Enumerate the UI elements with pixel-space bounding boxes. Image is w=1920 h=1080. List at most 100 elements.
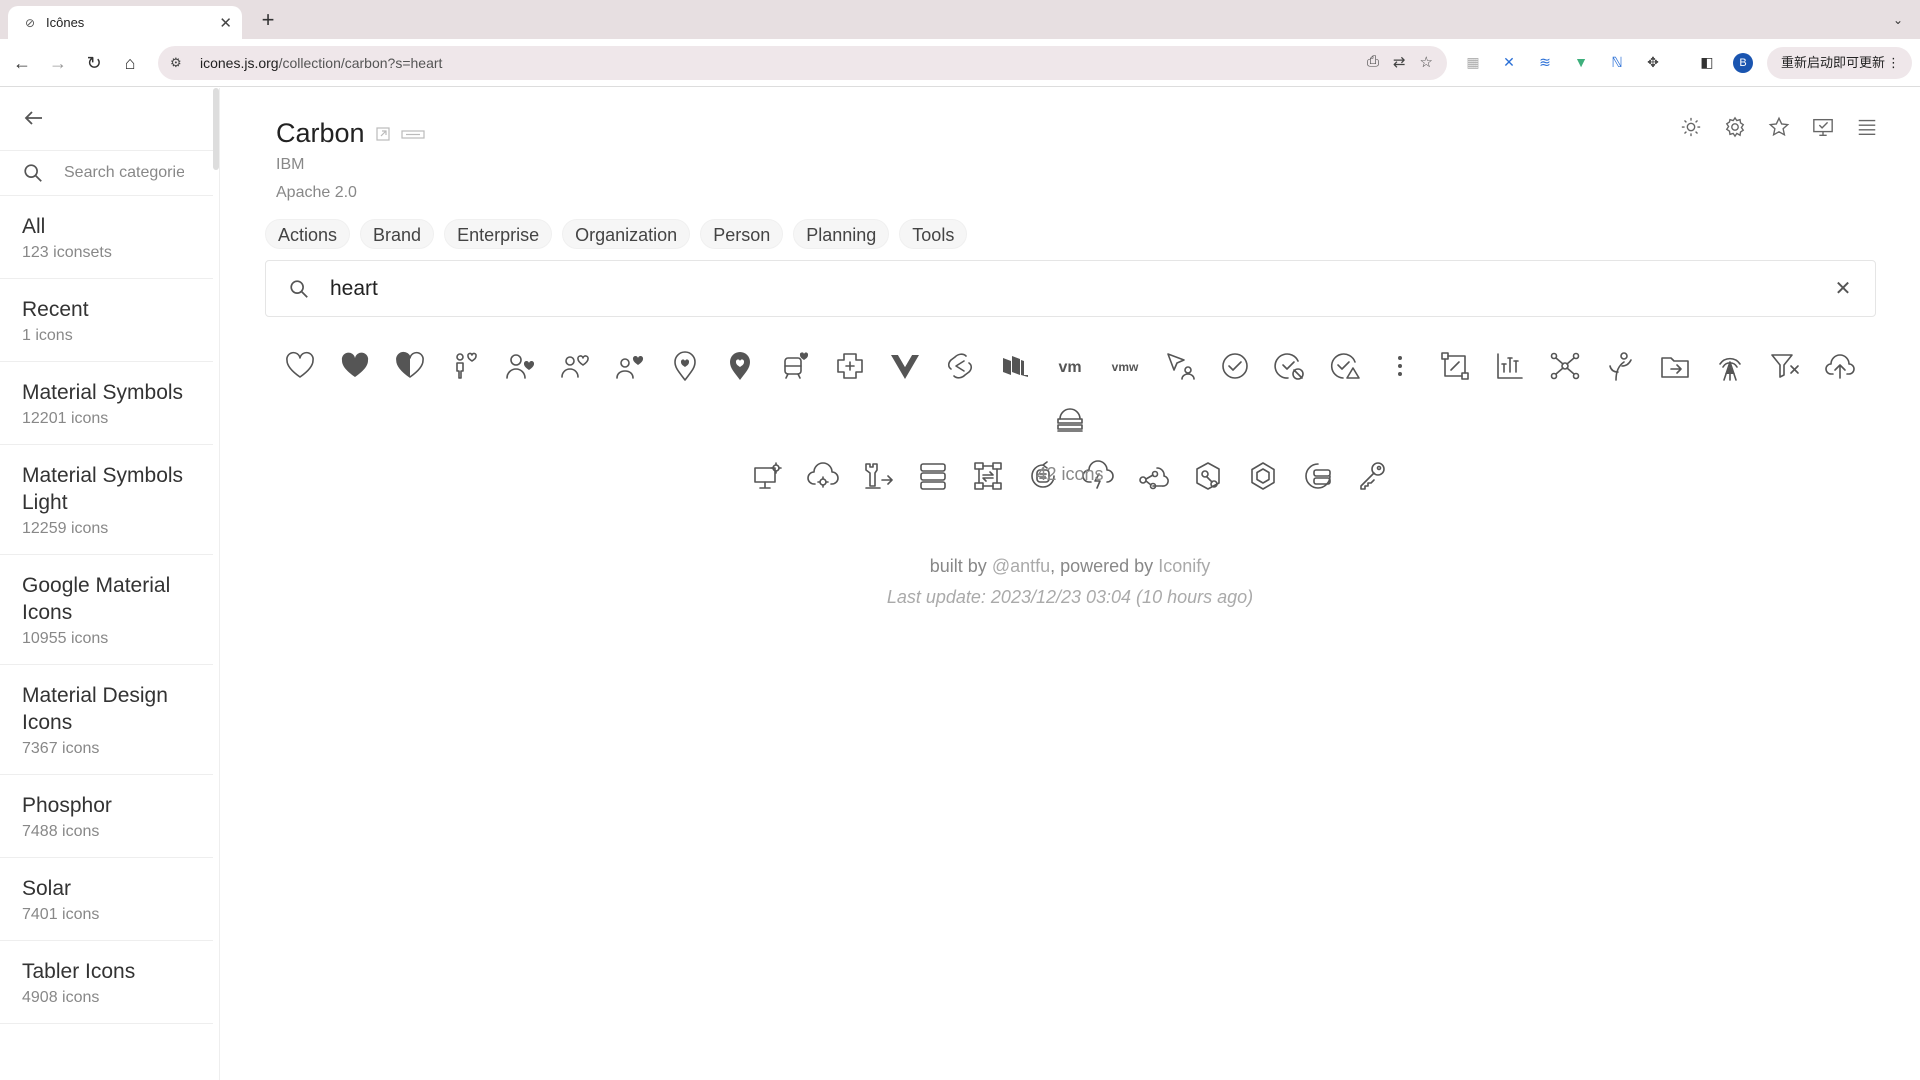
sidebar-scrollbar[interactable]: [213, 88, 219, 170]
icon-result-item[interactable]: [1483, 338, 1538, 393]
address-bar[interactable]: ⚙ icones.js.org/collection/carbon?s=hear…: [158, 46, 1447, 80]
translate-icon[interactable]: ⇄: [1393, 53, 1406, 71]
icon-result-item[interactable]: [273, 338, 328, 393]
svelte-brand-icon: [947, 352, 973, 379]
category-item[interactable]: Google Material Icons 10955 icons: [0, 555, 213, 665]
icon-result-item[interactable]: [878, 338, 933, 393]
cursor-user-icon: [1167, 352, 1195, 380]
back-arrow-icon[interactable]: ←: [8, 49, 36, 77]
icon-result-item[interactable]: [988, 338, 1043, 393]
collection-author[interactable]: IBM: [276, 156, 304, 174]
tab-title: Icônes: [46, 15, 85, 30]
transform-icon: [1441, 351, 1469, 380]
profile-avatar[interactable]: B: [1733, 53, 1753, 73]
back-arrow-icon[interactable]: [22, 106, 50, 130]
category-item[interactable]: Solar 7401 icons: [0, 858, 213, 941]
icon-result-item[interactable]: [1758, 338, 1813, 393]
category-item[interactable]: Recent 1 icons: [0, 279, 213, 362]
forward-arrow-icon[interactable]: →: [44, 49, 72, 77]
icon-search-input[interactable]: [330, 276, 1730, 301]
category-name: Material Symbols Light: [22, 464, 184, 514]
category-item[interactable]: Material Design Icons 7367 icons: [0, 665, 213, 775]
star-icon[interactable]: [1768, 116, 1790, 138]
vue-devtools-icon[interactable]: ▼: [1568, 49, 1594, 75]
extension-grid-icon[interactable]: ▦: [1460, 49, 1486, 75]
icon-result-item[interactable]: [658, 338, 713, 393]
home-icon[interactable]: ⌂: [116, 49, 144, 77]
site-info-icon[interactable]: ⚙: [170, 55, 190, 71]
icon-result-item[interactable]: [933, 338, 988, 393]
tag-chip[interactable]: Person: [700, 219, 784, 249]
category-count: 4908 icons: [22, 989, 100, 1006]
author-link[interactable]: @antfu: [992, 556, 1050, 576]
icon-result-item[interactable]: [603, 338, 658, 393]
extensions-puzzle-icon[interactable]: ✥: [1640, 49, 1666, 75]
icon-result-item[interactable]: [548, 338, 603, 393]
icon-result-item[interactable]: [1153, 338, 1208, 393]
checkmark-disable-icon: [1274, 352, 1304, 380]
clear-search-icon[interactable]: ✕: [1831, 277, 1855, 301]
external-link-icon[interactable]: [375, 126, 391, 142]
selection-mode-icon[interactable]: [1812, 116, 1834, 138]
icon-result-item[interactable]: [1593, 338, 1648, 393]
extension-n-icon[interactable]: ℕ: [1604, 49, 1630, 75]
category-item[interactable]: All 123 iconsets: [0, 196, 213, 279]
category-item[interactable]: Material Symbols 12201 icons: [0, 362, 213, 445]
search-icon: [24, 164, 42, 182]
category-item[interactable]: Phosphor 7488 icons: [0, 775, 213, 858]
icon-result-item[interactable]: vmw: [1098, 338, 1153, 393]
icon-result-item[interactable]: [823, 338, 878, 393]
icon-result-item[interactable]: [713, 338, 768, 393]
chart-bar-icon: [1497, 352, 1523, 379]
icon-result-item[interactable]: [1428, 338, 1483, 393]
more-menu-icon: ⋮: [1887, 55, 1900, 70]
category-list: All 123 iconsets Recent 1 icons Material S…: [0, 196, 213, 1024]
icon-result-item[interactable]: [1648, 338, 1703, 393]
browser-tab[interactable]: ⊘ Icônes ✕: [8, 6, 242, 39]
tag-chip[interactable]: Tools: [899, 219, 968, 249]
category-item[interactable]: Material Symbols Light 12259 icons: [0, 445, 213, 555]
icon-result-item[interactable]: [1318, 338, 1373, 393]
reload-icon[interactable]: ↻: [80, 49, 108, 77]
tag-chip[interactable]: Actions: [265, 219, 351, 249]
icon-result-item[interactable]: [1703, 338, 1758, 393]
install-app-icon[interactable]: ⎙: [1367, 53, 1379, 71]
license-badge-icon[interactable]: [400, 126, 425, 142]
tab-search-chevron-icon[interactable]: ⌄: [1886, 8, 1910, 32]
vmw-brand-icon: vmw: [1112, 360, 1139, 374]
bookmark-star-icon[interactable]: ☆: [1420, 53, 1433, 71]
gear-icon[interactable]: [1724, 116, 1746, 138]
icon-result-item[interactable]: [493, 338, 548, 393]
icon-result-item[interactable]: [1538, 338, 1593, 393]
sidebar-search-input[interactable]: [64, 164, 184, 182]
new-tab-button[interactable]: +: [254, 7, 282, 35]
icon-result-item[interactable]: [1043, 393, 1098, 448]
category-item[interactable]: Tabler Icons 4908 icons: [0, 941, 213, 1024]
category-count: 123 iconsets: [22, 244, 112, 261]
update-button[interactable]: 重新启动即可更新 ⋮: [1767, 47, 1912, 79]
category-name: Material Design Icons: [22, 684, 168, 734]
icon-result-item[interactable]: vm: [1043, 338, 1098, 393]
tag-chip[interactable]: Organization: [562, 219, 691, 249]
iconify-link[interactable]: Iconify: [1158, 556, 1210, 576]
icon-result-item[interactable]: [328, 338, 383, 393]
icon-result-item[interactable]: [1208, 338, 1263, 393]
built-by-text: built by: [929, 556, 992, 576]
tag-chip[interactable]: Brand: [360, 219, 435, 249]
icon-result-item[interactable]: [1813, 338, 1868, 393]
icon-result-item[interactable]: [383, 338, 438, 393]
menu-icon[interactable]: [1856, 116, 1878, 138]
icon-result-item[interactable]: [438, 338, 493, 393]
sun-icon[interactable]: [1680, 116, 1702, 138]
tag-chip[interactable]: Planning: [793, 219, 890, 249]
collection-license[interactable]: Apache 2.0: [276, 184, 357, 202]
icon-result-item[interactable]: [1373, 338, 1428, 393]
extension-layers-icon[interactable]: ≋: [1532, 49, 1558, 75]
extension-x-icon[interactable]: ✕: [1496, 49, 1522, 75]
side-panel-icon[interactable]: ◧: [1694, 49, 1720, 75]
category-count: 12201 icons: [22, 410, 109, 427]
close-tab-icon[interactable]: ✕: [219, 14, 232, 32]
icon-result-item[interactable]: [768, 338, 823, 393]
icon-result-item[interactable]: [1263, 338, 1318, 393]
tag-chip[interactable]: Enterprise: [444, 219, 553, 249]
